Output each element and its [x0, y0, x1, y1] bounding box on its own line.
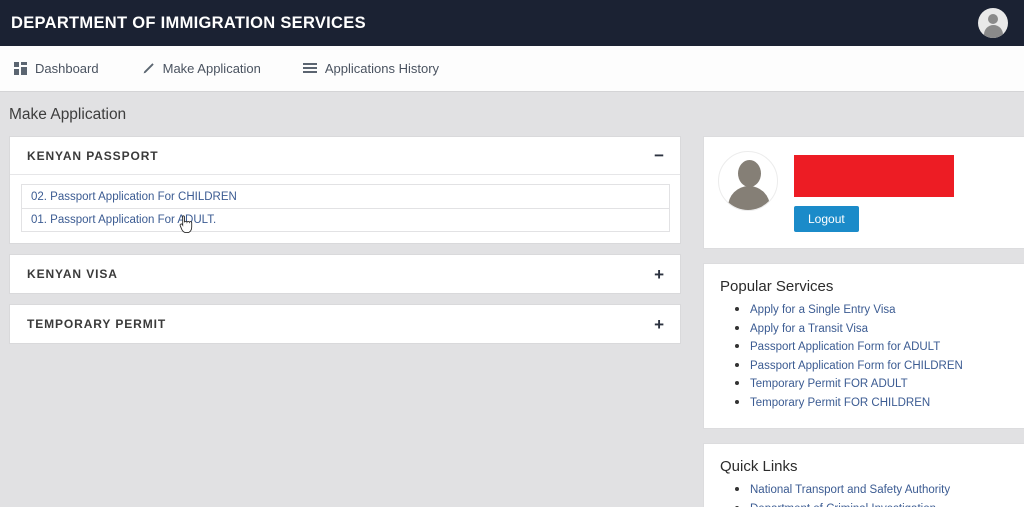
main-navigation: Dashboard Make Application Applications … [0, 46, 1024, 92]
user-avatar-icon[interactable] [978, 8, 1008, 38]
minus-icon[interactable]: − [654, 147, 664, 164]
popular-services-card: Popular Services Apply for a Single Entr… [703, 263, 1024, 429]
quick-link[interactable]: Department of Criminal Investigation [750, 503, 936, 507]
list-item: Department of Criminal Investigation [750, 500, 1008, 507]
profile-details: Logout [794, 151, 954, 232]
list-item: Apply for a Transit Visa [750, 320, 1008, 335]
popular-services-heading: Popular Services [720, 278, 834, 295]
user-profile-card: Logout [703, 136, 1024, 249]
list-item: Temporary Permit FOR CHILDREN [750, 394, 1008, 409]
list-item[interactable]: 01. Passport Application For ADULT. [22, 208, 669, 234]
username-redaction-block [794, 155, 954, 197]
plus-icon[interactable]: + [654, 316, 664, 333]
popular-service-link[interactable]: Passport Application Form for ADULT [750, 341, 940, 353]
accordion-column: KENYAN PASSPORT − 02. Passport Applicati… [9, 136, 681, 354]
list-item: National Transport and Safety Authority [750, 481, 1008, 496]
avatar-body-shape [983, 25, 1003, 38]
sidebar-column: Logout Popular Services Apply for a Sing… [703, 136, 1024, 507]
popular-service-link[interactable]: Passport Application Form for CHILDREN [750, 360, 963, 372]
quick-links-list: National Transport and Safety Authority … [720, 481, 1008, 507]
list-lines-icon [302, 62, 317, 75]
page-title: Make Application [9, 106, 127, 123]
popular-service-link[interactable]: Apply for a Transit Visa [750, 323, 868, 335]
accordion-title-kenyan-passport: KENYAN PASSPORT [27, 148, 159, 163]
accordion-panel-kenyan-passport: KENYAN PASSPORT − 02. Passport Applicati… [9, 136, 681, 244]
page-layout: KENYAN PASSPORT − 02. Passport Applicati… [0, 136, 1024, 507]
application-option-list: 02. Passport Application For CHILDREN 01… [21, 184, 670, 234]
list-item: Temporary Permit FOR ADULT [750, 375, 1008, 390]
quick-link[interactable]: National Transport and Safety Authority [750, 484, 950, 496]
nav-item-applications-history-label: Applications History [324, 61, 440, 76]
pencil-icon [141, 62, 155, 76]
app-title: DEPARTMENT OF IMMIGRATION SERVICES [11, 13, 366, 32]
quick-links-heading: Quick Links [720, 458, 798, 475]
quick-links-card: Quick Links National Transport and Safet… [703, 443, 1024, 507]
app-header: DEPARTMENT OF IMMIGRATION SERVICES [0, 0, 1024, 46]
logout-button[interactable]: Logout [794, 206, 859, 232]
list-item[interactable]: 02. Passport Application For CHILDREN [22, 185, 669, 208]
option-label: 02. Passport Application For CHILDREN [31, 190, 237, 203]
user-avatar [718, 151, 778, 211]
nav-item-applications-history[interactable]: Applications History [297, 46, 457, 91]
avatar-head-shape [988, 14, 998, 24]
accordion-title-kenyan-visa: KENYAN VISA [27, 267, 118, 281]
list-item: Passport Application Form for CHILDREN [750, 357, 1008, 372]
accordion-header-kenyan-visa[interactable]: KENYAN VISA + [10, 255, 680, 293]
nav-item-dashboard-label: Dashboard [35, 61, 99, 76]
accordion-header-temporary-permit[interactable]: TEMPORARY PERMIT + [10, 305, 680, 343]
nav-item-make-application-label: Make Application [162, 61, 261, 76]
popular-service-link[interactable]: Temporary Permit FOR ADULT [750, 378, 908, 390]
option-label: 01. Passport Application For ADULT. [31, 214, 217, 226]
popular-services-list: Apply for a Single Entry Visa Apply for … [720, 301, 1008, 409]
list-item: Apply for a Single Entry Visa [750, 301, 1008, 316]
popular-service-link[interactable]: Apply for a Single Entry Visa [750, 304, 896, 316]
accordion-panel-kenyan-visa: KENYAN VISA + [9, 254, 681, 294]
grid-dashboard-icon [14, 62, 27, 75]
list-item: Passport Application Form for ADULT [750, 338, 1008, 353]
popular-service-link[interactable]: Temporary Permit FOR CHILDREN [750, 397, 930, 409]
avatar-body-shape [728, 186, 770, 210]
avatar-head-shape [737, 160, 761, 187]
nav-item-make-application[interactable]: Make Application [135, 46, 279, 91]
nav-item-dashboard[interactable]: Dashboard [8, 46, 117, 91]
accordion-panel-temporary-permit: TEMPORARY PERMIT + [9, 304, 681, 344]
plus-icon[interactable]: + [654, 266, 664, 283]
accordion-body-kenyan-passport: 02. Passport Application For CHILDREN 01… [10, 175, 680, 243]
accordion-header-kenyan-passport[interactable]: KENYAN PASSPORT − [10, 137, 680, 175]
accordion-title-temporary-permit: TEMPORARY PERMIT [27, 317, 167, 331]
